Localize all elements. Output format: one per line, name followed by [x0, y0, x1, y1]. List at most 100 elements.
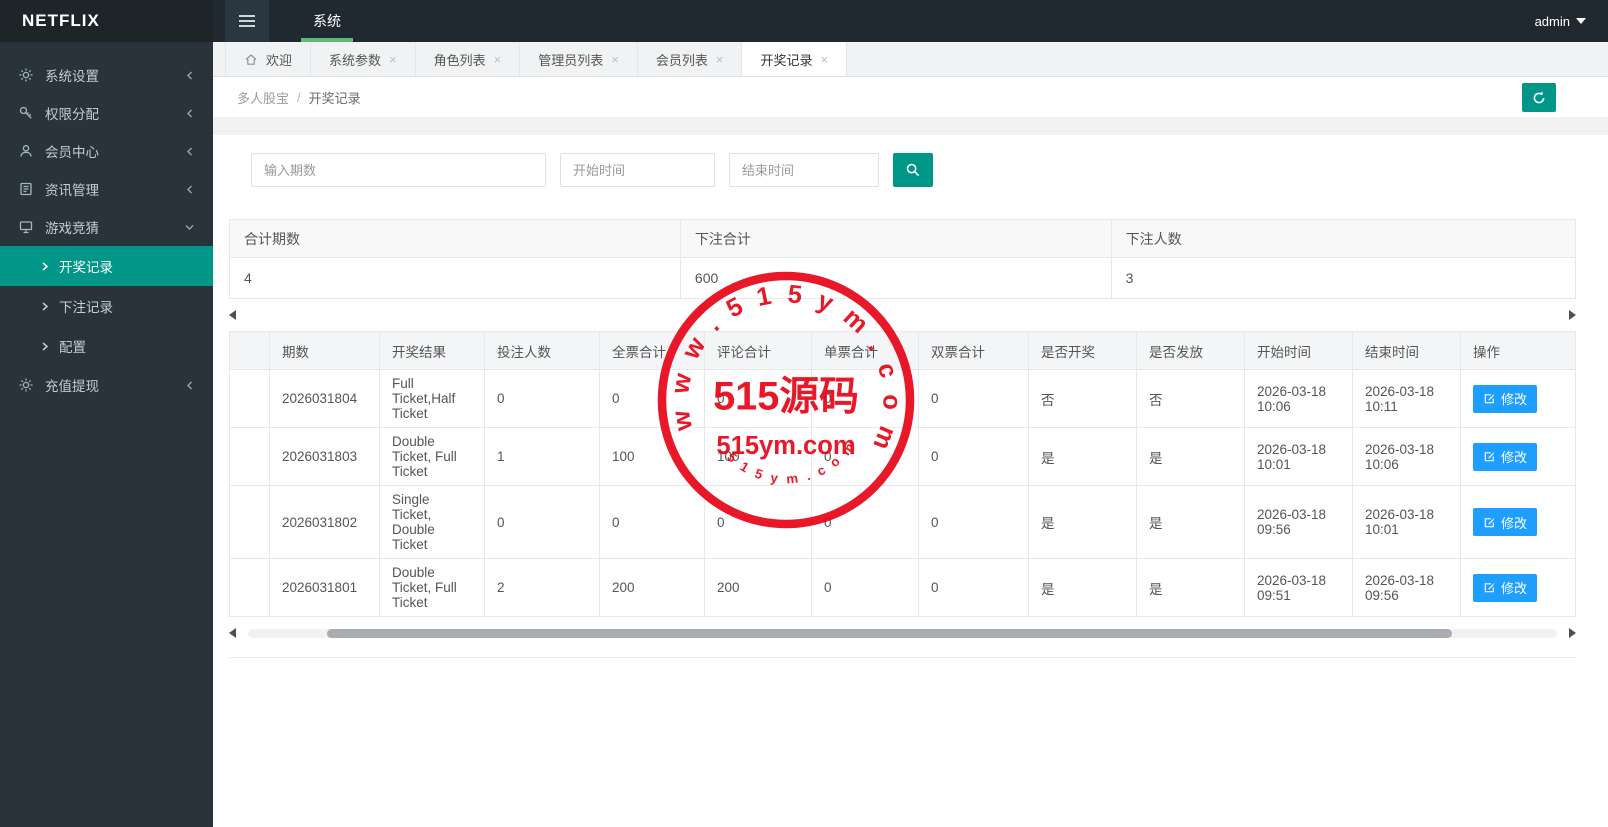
sidebar-item-system-settings[interactable]: 系统设置 — [0, 56, 213, 94]
tab-admin-list[interactable]: 管理员列表 × — [520, 42, 638, 76]
summary-cell: 3 — [1110, 257, 1577, 299]
column-header: 投注人数 — [484, 331, 600, 370]
column-header: 是否发放 — [1136, 331, 1245, 370]
book-icon — [20, 182, 32, 196]
table-row: 2026031802 Single Ticket, Double Ticket … — [229, 485, 1576, 559]
table-cell: 0 — [484, 485, 600, 559]
sidebar-item-recharge[interactable]: 充值提现 — [0, 366, 213, 404]
table-cell: 0 — [704, 485, 812, 559]
table-cell: 2026-03-18 10:11 — [1352, 369, 1461, 428]
tab-welcome[interactable]: 欢迎 — [225, 42, 312, 76]
tab-system-params[interactable]: 系统参数 × — [311, 42, 416, 76]
search-button[interactable] — [893, 153, 933, 187]
table-cell: 是 — [1028, 558, 1137, 617]
divider — [229, 657, 1576, 658]
column-header: 开始时间 — [1244, 331, 1353, 370]
submenu-lottery-records[interactable]: 开奖记录 — [0, 246, 213, 286]
sidebar-item-label: 会员中心 — [45, 145, 99, 160]
chevron-left-icon — [187, 109, 192, 117]
tab-label: 会员列表 — [655, 52, 708, 68]
tab-bar: 欢迎 系统参数 × 角色列表 × 管理员列表 × 会员列表 × 开奖记录 × — [213, 42, 1608, 77]
edit-button[interactable]: 修改 — [1473, 442, 1538, 471]
close-icon[interactable]: × — [716, 53, 724, 66]
tab-lottery-records[interactable]: 开奖记录 × — [742, 42, 848, 76]
edit-button[interactable]: 修改 — [1473, 508, 1538, 536]
table-cell: 2026-03-18 10:06 — [1352, 427, 1461, 486]
column-header: 期数 — [269, 331, 380, 370]
sidebar-item-label: 充值提现 — [45, 379, 99, 394]
user-menu[interactable]: admin — [1535, 14, 1586, 29]
key-icon — [19, 106, 32, 119]
table-cell: 0 — [811, 485, 919, 559]
chevron-left-icon — [187, 381, 192, 389]
sidebar-item-permissions[interactable]: 权限分配 — [0, 94, 213, 132]
sidebar-item-label: 游戏竞猜 — [45, 221, 99, 236]
summary-table: 合计期数 下注合计 下注人数 4 600 3 — [229, 219, 1577, 299]
table-cell: 2026-03-18 09:56 — [1352, 558, 1461, 617]
start-time-input[interactable] — [560, 153, 715, 187]
sidebar-item-news[interactable]: 资讯管理 — [0, 170, 213, 208]
submenu-config[interactable]: 配置 — [0, 326, 213, 366]
table-cell: 2026-03-18 10:01 — [1244, 427, 1353, 486]
table-cell: 是 — [1028, 485, 1137, 559]
edit-button[interactable]: 修改 — [1473, 573, 1538, 602]
scrollbar-track[interactable] — [248, 628, 1557, 638]
table-cell: 0 — [811, 558, 919, 617]
header-nav-system[interactable]: 系统 — [287, 0, 367, 42]
sidebar-item-label: 权限分配 — [45, 107, 99, 122]
close-icon[interactable]: × — [494, 53, 502, 66]
table-row: 2026031804 Full Ticket,Half Ticket 0 0 0… — [229, 369, 1576, 428]
scroll-right-arrow[interactable] — [1569, 628, 1576, 638]
tab-member-list[interactable]: 会员列表 × — [638, 42, 743, 76]
table-cell: 否 — [1028, 369, 1137, 428]
column-header: 开奖结果 — [379, 331, 485, 370]
tab-role-list[interactable]: 角色列表 × — [416, 42, 521, 76]
search-bar — [251, 153, 1576, 187]
close-icon[interactable]: × — [820, 53, 828, 66]
gear-icon — [19, 378, 33, 392]
table-cell: 100 — [599, 427, 705, 486]
scroll-left-arrow[interactable] — [229, 310, 236, 320]
sidebar-item-member-center[interactable]: 会员中心 — [0, 132, 213, 170]
table-cell: 0 — [599, 485, 705, 559]
table-cell: 是 — [1028, 427, 1137, 486]
scrollbar-thumb[interactable] — [326, 628, 1453, 638]
table-cell-actions: 修改 — [1460, 558, 1576, 617]
table-hscroll-bottom — [229, 617, 1576, 649]
tab-label: 角色列表 — [433, 52, 486, 68]
submenu-bet-records[interactable]: 下注记录 — [0, 286, 213, 326]
arrow-right-icon — [42, 261, 49, 271]
table-cell: 0 — [484, 369, 600, 428]
sidebar-item-label: 系统设置 — [45, 69, 99, 84]
refresh-icon — [1533, 90, 1545, 103]
table-cell: 2 — [484, 558, 600, 617]
sidebar-item-games[interactable]: 游戏竞猜 — [0, 208, 213, 246]
sidebar-item-label: 资讯管理 — [45, 183, 99, 198]
table-cell: 0 — [918, 369, 1029, 428]
table-hscroll-top — [229, 299, 1576, 331]
search-icon — [906, 163, 920, 177]
column-header: 是否开奖 — [1028, 331, 1137, 370]
end-time-input[interactable] — [729, 153, 879, 187]
table-cell: 0 — [811, 427, 919, 486]
period-input[interactable] — [251, 153, 546, 187]
scroll-left-arrow[interactable] — [229, 628, 236, 638]
menu-toggle-button[interactable] — [225, 0, 269, 42]
refresh-button[interactable] — [1522, 83, 1556, 112]
edit-button[interactable]: 修改 — [1473, 384, 1538, 413]
table-cell: Full Ticket,Half Ticket — [379, 369, 485, 428]
column-header: 全票合计 — [599, 331, 705, 370]
scroll-right-arrow[interactable] — [1569, 310, 1576, 320]
table-cell: 0 — [918, 558, 1029, 617]
table-cell: 0 — [704, 369, 812, 428]
gear-icon — [19, 68, 33, 82]
table-row: 2026031803 Double Ticket, Full Ticket 1 … — [229, 427, 1576, 486]
table-cell: 0 — [918, 427, 1029, 486]
close-icon[interactable]: × — [389, 53, 397, 66]
arrow-right-icon — [42, 301, 49, 311]
close-icon[interactable]: × — [611, 53, 619, 66]
column-header: 下注人数 — [1110, 219, 1577, 258]
table-cell: 0 — [918, 485, 1029, 559]
monitor-icon — [19, 221, 33, 234]
content-panel: 合计期数 下注合计 下注人数 4 600 3 — [213, 135, 1608, 827]
